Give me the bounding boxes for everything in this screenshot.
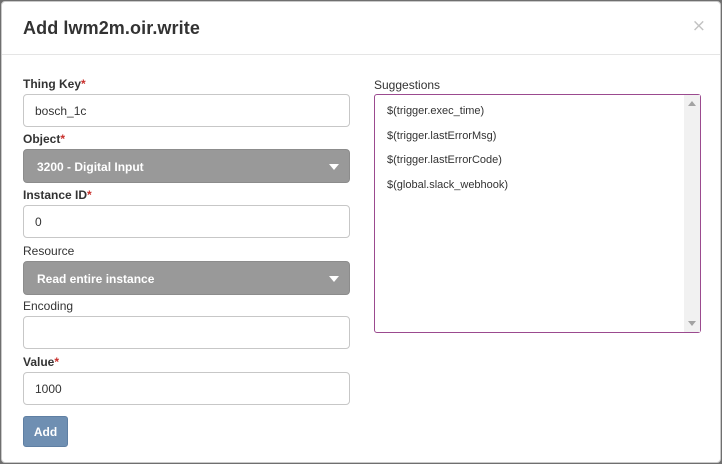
- instance-id-label-text: Instance ID: [23, 188, 88, 202]
- object-select-value: 3200 - Digital Input: [37, 160, 144, 174]
- suggestions-label: Suggestions: [374, 78, 441, 92]
- modal-title: Add lwm2m.oir.write: [23, 18, 200, 38]
- resource-label: Resource: [23, 244, 75, 258]
- close-icon[interactable]: ×: [692, 18, 706, 35]
- thing-key-label: Thing Key*: [23, 77, 86, 91]
- caret-down-icon: [329, 276, 339, 282]
- scroll-down-icon[interactable]: [688, 321, 696, 326]
- scroll-up-icon[interactable]: [688, 101, 696, 106]
- suggestions-list[interactable]: $(trigger.exec_time) $(trigger.lastError…: [374, 94, 701, 333]
- object-select[interactable]: 3200 - Digital Input: [23, 149, 350, 183]
- suggestion-item[interactable]: $(trigger.lastErrorCode): [387, 154, 502, 166]
- suggestion-item[interactable]: $(global.slack_webhook): [387, 179, 508, 191]
- required-mark: *: [87, 188, 92, 202]
- caret-down-icon: [329, 164, 339, 170]
- modal-header: Add lwm2m.oir.write ×: [2, 2, 720, 55]
- resource-select[interactable]: Read entire instance: [23, 261, 350, 295]
- resource-select-value: Read entire instance: [37, 272, 155, 286]
- encoding-input[interactable]: [23, 316, 350, 349]
- required-mark: *: [81, 77, 86, 91]
- suggestion-item[interactable]: $(trigger.exec_time): [387, 105, 484, 117]
- thing-key-label-text: Thing Key: [23, 77, 82, 91]
- suggestion-item[interactable]: $(trigger.lastErrorMsg): [387, 130, 496, 142]
- value-input[interactable]: [23, 372, 350, 405]
- value-label: Value*: [23, 355, 59, 369]
- instance-id-label: Instance ID*: [23, 188, 92, 202]
- add-button[interactable]: Add: [23, 416, 68, 447]
- add-action-modal: Add lwm2m.oir.write × Thing Key* Object*…: [1, 1, 721, 463]
- instance-id-input[interactable]: [23, 205, 350, 238]
- value-label-text: Value: [23, 355, 55, 369]
- required-mark: *: [60, 132, 66, 146]
- object-label: Object*: [23, 132, 65, 146]
- suggestions-scrollbar[interactable]: [684, 95, 700, 332]
- required-mark: *: [54, 355, 60, 369]
- encoding-label: Encoding: [23, 299, 74, 313]
- object-label-text: Object: [23, 132, 61, 146]
- thing-key-input[interactable]: [23, 94, 350, 127]
